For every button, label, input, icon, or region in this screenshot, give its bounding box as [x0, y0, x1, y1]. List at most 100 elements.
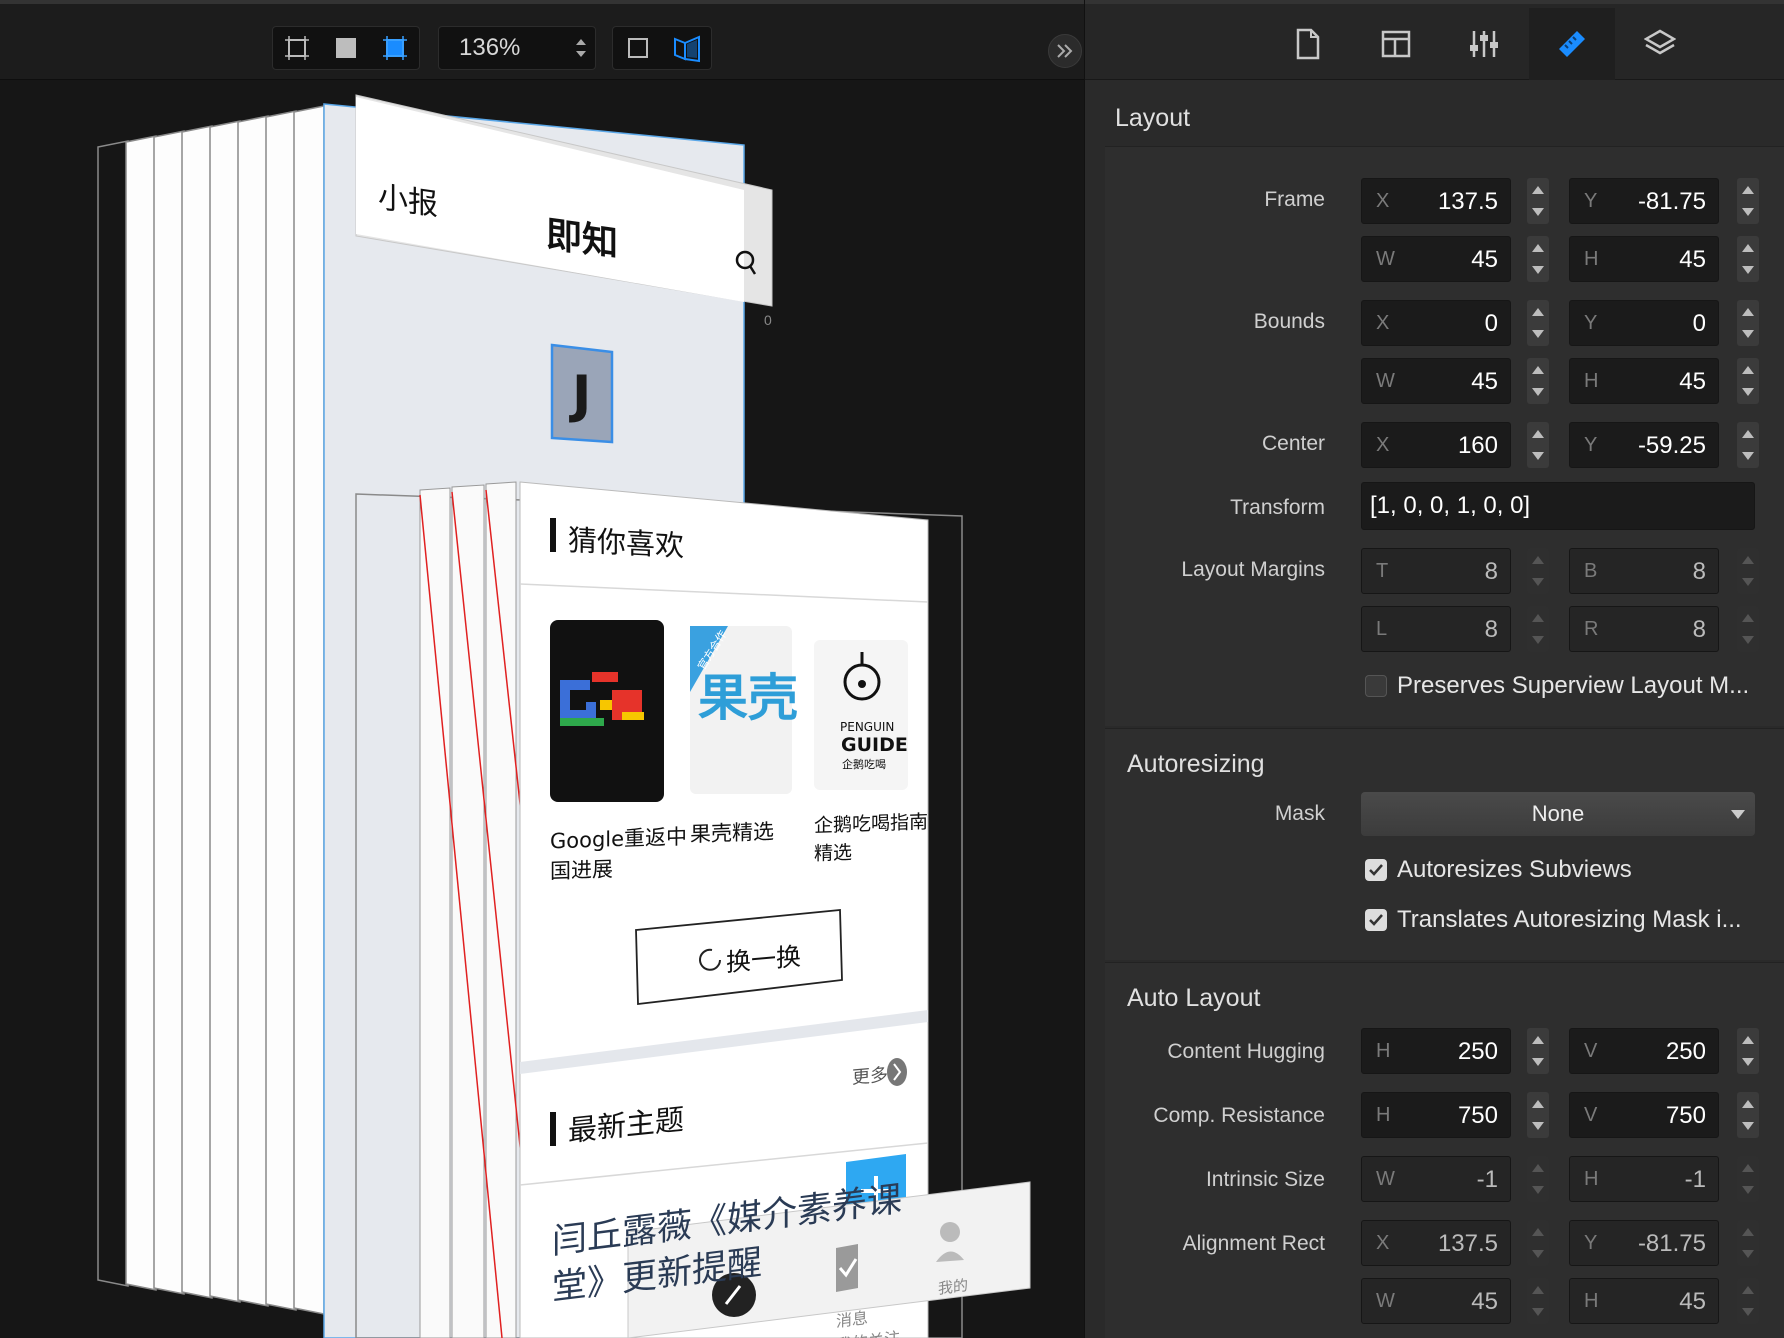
frame-y-stepper[interactable]	[1737, 178, 1759, 224]
frame-w-field[interactable]: W 45	[1361, 236, 1511, 282]
layout-panels-icon	[1381, 30, 1411, 58]
intrinsic-w-field[interactable]: W -1	[1361, 1156, 1511, 1202]
bounds-w-stepper[interactable]	[1527, 358, 1549, 404]
bounds-w-value: 45	[1471, 368, 1498, 395]
square-outline-icon	[627, 38, 648, 58]
alignment-y-field[interactable]: Y -81.75	[1569, 1220, 1719, 1266]
prefix-r: R	[1584, 618, 1599, 640]
hugging-v-stepper[interactable]	[1737, 1028, 1759, 1074]
app2-name[interactable]: 果壳精选	[690, 817, 774, 850]
margin-t-field[interactable]: T8	[1361, 548, 1511, 594]
alignment-x-stepper[interactable]	[1527, 1220, 1549, 1266]
autoresizes-subviews-checkbox[interactable]: Autoresizes Subviews	[1365, 856, 1632, 884]
tab-view-inspector[interactable]	[1353, 8, 1439, 80]
more-label[interactable]: 更多	[852, 1060, 888, 1089]
bounds-h-field[interactable]: H 45	[1569, 358, 1719, 404]
alignment-y-stepper[interactable]	[1737, 1220, 1759, 1266]
alignment-w-field[interactable]: W 45	[1361, 1278, 1511, 1324]
translates-mask-checkbox[interactable]: Translates Autoresizing Mask i...	[1365, 906, 1742, 934]
center-x-field[interactable]: X 160	[1361, 422, 1511, 468]
contents-mode-button[interactable]	[322, 27, 371, 69]
alignment-h-stepper[interactable]	[1737, 1278, 1759, 1324]
resistance-h-stepper[interactable]	[1527, 1092, 1549, 1138]
filled-square-icon	[336, 38, 356, 58]
layer-plane-3[interactable]	[153, 130, 185, 1295]
more-chevron-icon[interactable]	[887, 1058, 907, 1086]
hugging-v-field[interactable]: V 250	[1569, 1028, 1719, 1074]
wireframe-contents-mode-button[interactable]	[370, 27, 419, 69]
alignment-w-stepper[interactable]	[1527, 1278, 1549, 1324]
tab-file-inspector[interactable]	[1265, 8, 1351, 80]
bounds-y-field[interactable]: Y0	[1569, 300, 1719, 346]
margin-l-field[interactable]: L8	[1361, 606, 1511, 652]
3d-view-button[interactable]	[662, 27, 711, 69]
margin-b-stepper[interactable]	[1737, 548, 1759, 594]
transform-field[interactable]: [1, 0, 0, 1, 0, 0]	[1361, 482, 1755, 530]
tab-attributes-inspector[interactable]	[1441, 8, 1527, 80]
mask-select-value: None	[1531, 801, 1585, 826]
app1-name[interactable]: Google重返中 国进展	[550, 822, 687, 887]
tab-layers-inspector[interactable]	[1617, 8, 1703, 80]
alignment-w-value: 45	[1471, 1288, 1498, 1315]
frame-h-field[interactable]: H 45	[1569, 236, 1719, 282]
intrinsic-size-label: Intrinsic Size	[1205, 1168, 1325, 1191]
center-y-stepper[interactable]	[1737, 422, 1759, 468]
center-y-value: -59.25	[1637, 432, 1706, 459]
layer-plane-4[interactable]	[181, 125, 213, 1299]
prefix-v: V	[1584, 1104, 1598, 1126]
center-y-field[interactable]: Y -59.25	[1569, 422, 1719, 468]
hugging-h-stepper[interactable]	[1527, 1028, 1549, 1074]
canvas-toolbar: 136%	[0, 0, 1084, 80]
app-icon-google[interactable]	[550, 620, 664, 802]
zoom-select[interactable]: 136%	[438, 26, 596, 70]
center-x-stepper[interactable]	[1527, 422, 1549, 468]
mask-select[interactable]: None	[1361, 792, 1755, 836]
intrinsic-w-stepper[interactable]	[1527, 1156, 1549, 1202]
prefix-h: H	[1584, 1168, 1599, 1190]
bounds-y-stepper[interactable]	[1737, 300, 1759, 346]
exploded-layers: 0	[97, 94, 1031, 1338]
margin-r-field[interactable]: R8	[1569, 606, 1719, 652]
margin-r-stepper[interactable]	[1737, 606, 1759, 652]
flat-view-button[interactable]	[613, 27, 662, 69]
intrinsic-h-field[interactable]: H -1	[1569, 1156, 1719, 1202]
frame-x-stepper[interactable]	[1527, 178, 1549, 224]
alignment-x-field[interactable]: X 137.5	[1361, 1220, 1511, 1266]
resistance-h-field[interactable]: H 750	[1361, 1092, 1511, 1138]
margin-b-field[interactable]: B8	[1569, 548, 1719, 594]
layer-plane-5[interactable]	[209, 120, 241, 1303]
resistance-v-stepper[interactable]	[1737, 1092, 1759, 1138]
view-hierarchy-canvas[interactable]: 0 小报 即知 J 猜你喜欢 官方合作 果壳 PENGUIN GUIDE 企鹅吃…	[0, 80, 1084, 1338]
layer-plane-8[interactable]	[293, 105, 325, 1315]
layer-plane-7[interactable]	[265, 110, 297, 1311]
wireframe-mode-button[interactable]	[273, 27, 322, 69]
collapse-inspector-button[interactable]	[1048, 34, 1082, 68]
frame-x-field[interactable]: X 137.5	[1361, 178, 1511, 224]
frame-h-stepper[interactable]	[1737, 236, 1759, 282]
preserves-superview-checkbox[interactable]: Preserves Superview Layout M...	[1365, 672, 1749, 700]
layer-plane-1[interactable]	[97, 140, 129, 1287]
bounds-h-stepper[interactable]	[1737, 358, 1759, 404]
center-label: Center	[1261, 432, 1325, 455]
margin-l-stepper[interactable]	[1527, 606, 1549, 652]
frame-w-stepper[interactable]	[1527, 236, 1549, 282]
layer-plane-2[interactable]	[125, 135, 157, 1291]
intrinsic-w-value: -1	[1476, 1166, 1498, 1193]
app3-name[interactable]: 企鹅吃喝指南 精选	[814, 808, 928, 868]
hugging-h-field[interactable]: H 250	[1361, 1028, 1511, 1074]
bounds-label: Bounds	[1253, 310, 1325, 333]
intrinsic-h-stepper[interactable]	[1737, 1156, 1759, 1202]
bounds-x-stepper[interactable]	[1527, 300, 1549, 346]
alignment-h-field[interactable]: H 45	[1569, 1278, 1719, 1324]
prefix-h: H	[1376, 1040, 1391, 1062]
app2-logo-text: 果壳	[698, 669, 798, 727]
bounds-w-field[interactable]: W 45	[1361, 358, 1511, 404]
bounds-x-field[interactable]: X0	[1361, 300, 1511, 346]
frame-y-field[interactable]: Y -81.75	[1569, 178, 1719, 224]
tab-size-inspector[interactable]	[1529, 8, 1615, 80]
resistance-v-field[interactable]: V 750	[1569, 1092, 1719, 1138]
layer-plane-6[interactable]	[237, 115, 269, 1307]
margin-t-stepper[interactable]	[1527, 548, 1549, 594]
prefix-y: Y	[1584, 1232, 1598, 1254]
app-window: 136% 0 小报 即知 J 猜你喜欢 官方合作 果壳 PENGUIN GUID…	[0, 0, 1784, 1338]
